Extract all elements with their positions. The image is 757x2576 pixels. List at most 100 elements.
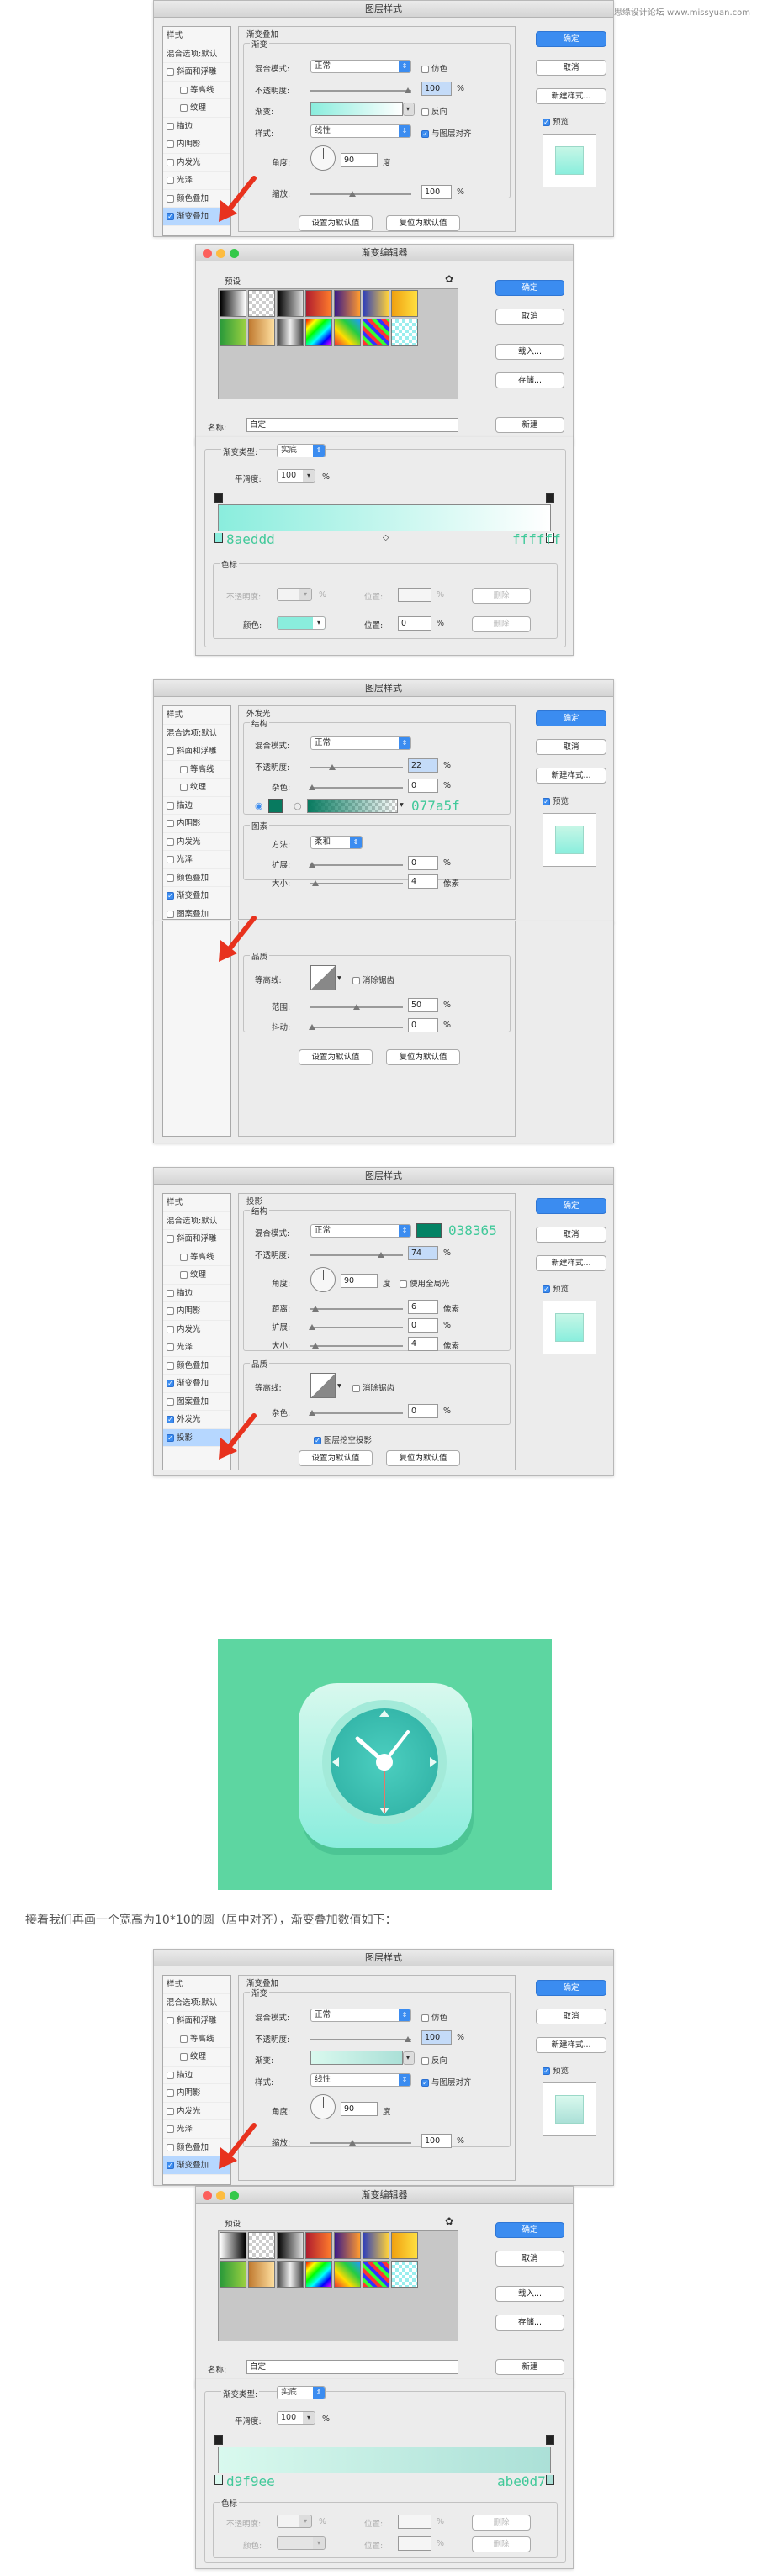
reset-default-button[interactable]: 复位为默认值 (386, 1450, 460, 1466)
midpoint-marker[interactable]: ◇ (383, 533, 389, 542)
preset-swatch[interactable] (248, 319, 275, 346)
size-slider[interactable] (310, 1343, 403, 1349)
jitter-field[interactable]: 0 (408, 1018, 438, 1032)
set-default-button[interactable]: 设置为默认值 (299, 1049, 373, 1065)
preset-swatch[interactable] (248, 2261, 275, 2288)
style-item-bevel[interactable]: 斜面和浮雕 (163, 2012, 230, 2030)
scale-field[interactable]: 100 (421, 2134, 452, 2148)
new-gradient-button[interactable]: 新建 (495, 417, 564, 433)
preset-swatch[interactable] (277, 2232, 304, 2259)
stop-color-field[interactable]: ▾ (277, 616, 326, 630)
style-select[interactable]: 线性 ⇕ (310, 2073, 411, 2087)
new-style-button[interactable]: 新建样式... (536, 1255, 606, 1271)
opacity-slider[interactable] (310, 764, 403, 770)
style-select[interactable]: 线性 ⇕ (310, 124, 411, 138)
style-item-contour[interactable]: 等高线 (163, 82, 230, 99)
preset-swatch[interactable] (334, 2261, 361, 2288)
style-item-pattern-overlay[interactable]: 图案叠加 (163, 1393, 230, 1411)
opacity-field[interactable]: 100 (421, 2030, 452, 2045)
style-item-stroke[interactable]: 描边 (163, 2067, 230, 2084)
style-item-gradient-overlay[interactable]: ✓ 渐变叠加 (163, 1375, 230, 1393)
style-item-color-overlay[interactable]: 颜色叠加 (163, 1357, 230, 1375)
gradient-dropdown[interactable]: ▾ (403, 103, 415, 116)
styles-blend-options[interactable]: 混合选项:默认 (163, 725, 230, 742)
gradient-radio[interactable]: ○ (294, 800, 302, 811)
checkbox[interactable] (180, 104, 188, 112)
range-slider[interactable] (310, 1004, 403, 1010)
ok-button[interactable]: 确定 (536, 31, 606, 47)
ok-button[interactable]: 确定 (536, 1198, 606, 1214)
contour-thumbnail[interactable] (310, 965, 336, 990)
opacity-stop-left[interactable] (214, 2435, 223, 2445)
preset-swatch[interactable] (248, 2232, 275, 2259)
reset-default-button[interactable]: 复位为默认值 (386, 215, 460, 231)
color-stop-left[interactable] (214, 533, 223, 543)
style-item-inner-shadow[interactable]: 内阴影 (163, 1302, 230, 1321)
style-item-contour[interactable]: 等高线 (163, 761, 230, 779)
name-field[interactable]: 自定 (246, 418, 458, 432)
color-stop-left[interactable] (214, 2475, 223, 2485)
style-item-bevel[interactable]: 斜面和浮雕 (163, 63, 230, 82)
style-item-texture[interactable]: 纹理 (163, 99, 230, 118)
styles-blend-options[interactable]: 混合选项:默认 (163, 45, 230, 63)
set-default-button[interactable]: 设置为默认值 (299, 215, 373, 231)
preset-swatch[interactable] (334, 2232, 361, 2259)
opacity-stop-left[interactable] (214, 493, 223, 503)
stop-opacity-field[interactable]: ▾ (277, 588, 312, 601)
range-field[interactable]: 50 (408, 998, 438, 1012)
stop-opacity-field[interactable]: ▾ (277, 2515, 312, 2528)
preset-swatch[interactable] (305, 290, 332, 317)
stop-location-field-disabled[interactable] (398, 588, 431, 602)
shadow-color-swatch[interactable] (416, 1223, 442, 1238)
style-item-satin[interactable]: 光泽 (163, 851, 230, 869)
scale-slider[interactable] (310, 2140, 411, 2146)
gradient-bar[interactable] (218, 2447, 551, 2473)
cancel-button[interactable]: 取消 (536, 739, 606, 755)
stop-color-field[interactable]: ▾ (277, 2536, 326, 2550)
editor-cancel-button[interactable]: 取消 (495, 2251, 564, 2267)
checkbox[interactable] (167, 177, 174, 184)
preset-swatch[interactable] (220, 2232, 246, 2259)
style-item-bevel[interactable]: 斜面和浮雕 (163, 1230, 230, 1248)
new-style-button[interactable]: 新建样式... (536, 88, 606, 104)
smoothness-select[interactable]: 100 ▾ (277, 469, 315, 483)
glow-color-swatch[interactable] (268, 799, 283, 813)
opacity-slider[interactable] (310, 1252, 403, 1258)
name-field[interactable]: 自定 (246, 2360, 458, 2374)
technique-select[interactable]: 柔和 ⇕ (310, 836, 363, 849)
preview-checkbox[interactable]: ✓ 预览 (543, 794, 569, 806)
style-item-stroke[interactable]: 描边 (163, 1285, 230, 1302)
global-light-checkbox[interactable]: 使用全局光 (400, 1277, 450, 1289)
style-item-stroke[interactable]: 描边 (163, 797, 230, 815)
preset-swatch[interactable] (277, 319, 304, 346)
preset-swatch[interactable] (220, 2261, 246, 2288)
angle-field[interactable]: 90 (341, 153, 378, 167)
spread-field[interactable]: 0 (408, 856, 438, 870)
close-icon[interactable] (203, 249, 212, 258)
styles-blend-options[interactable]: 混合选项:默认 (163, 1212, 230, 1230)
opacity-slider[interactable] (310, 87, 411, 93)
new-gradient-button[interactable]: 新建 (495, 2359, 564, 2375)
style-item-texture[interactable]: 纹理 (163, 2048, 230, 2067)
delete-opacity-stop-button[interactable]: 删除 (472, 2515, 531, 2531)
spread-slider[interactable] (309, 1324, 403, 1330)
checkbox[interactable] (167, 122, 174, 130)
ok-button[interactable]: 确定 (536, 710, 606, 726)
minimize-icon[interactable] (216, 249, 225, 258)
gear-icon[interactable]: ✿ (445, 273, 453, 285)
gradient-bar[interactable] (218, 504, 551, 531)
editor-ok-button[interactable]: 确定 (495, 280, 564, 296)
new-style-button[interactable]: 新建样式... (536, 768, 606, 784)
gradient-swatch[interactable] (310, 2051, 403, 2065)
noise-slider[interactable] (309, 784, 403, 790)
gradient-dropdown[interactable]: ▾ (403, 2051, 415, 2065)
knockout-checkbox[interactable]: ✓ 图层挖空投影 (314, 1433, 372, 1445)
styles-header[interactable]: 样式 (163, 1976, 230, 1994)
zoom-icon[interactable] (230, 2191, 239, 2200)
styles-blend-options[interactable]: 混合选项:默认 (163, 1994, 230, 2012)
style-item-inner-shadow[interactable]: 内阴影 (163, 2084, 230, 2103)
size-slider[interactable] (310, 880, 403, 886)
blend-mode-select[interactable]: 正常 ⇕ (310, 736, 411, 750)
chevron-down-icon[interactable]: ▾ (337, 974, 341, 983)
opacity-field[interactable]: 100 (421, 82, 452, 96)
